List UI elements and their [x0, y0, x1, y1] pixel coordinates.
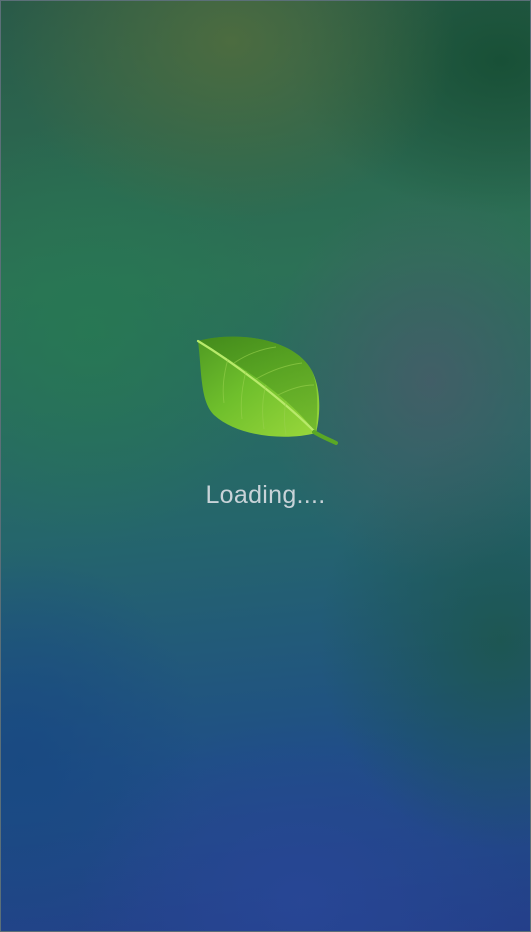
loading-text: Loading....: [205, 481, 326, 509]
splash-screen: Loading....: [0, 0, 531, 932]
leaf-icon: [196, 336, 338, 445]
